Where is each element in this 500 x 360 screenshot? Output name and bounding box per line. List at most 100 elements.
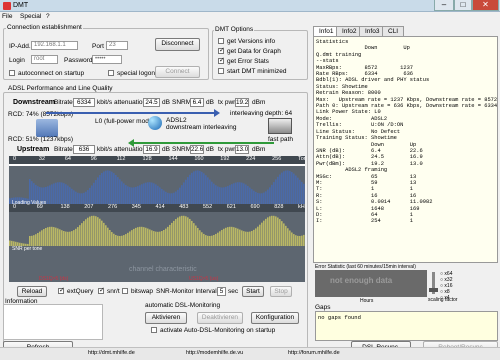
graph-bar — [109, 170, 111, 204]
interval-input[interactable]: 5 — [217, 287, 226, 296]
downstream-label: Downstream — [13, 99, 56, 106]
graph-bar — [39, 231, 41, 246]
graph-bar — [245, 184, 247, 204]
graph-bar — [287, 228, 289, 246]
extquery-checkbox[interactable] — [58, 286, 65, 294]
graph-bar — [83, 221, 85, 246]
graph-bar — [237, 182, 239, 204]
password-input[interactable]: ••••• — [92, 55, 122, 64]
interval-unit: sec — [228, 288, 239, 295]
menu-file[interactable]: File — [2, 13, 12, 20]
graph-bar — [195, 170, 197, 204]
down-snr-unit: dB — [206, 99, 214, 106]
up-att-label: attenuation — [114, 146, 147, 153]
graph-bar — [91, 185, 93, 204]
graph-bar — [239, 182, 241, 204]
downstream-arrow — [46, 109, 220, 117]
graph-bar — [75, 228, 77, 246]
reload-button[interactable]: Reload — [17, 286, 47, 297]
graph-bar — [267, 189, 269, 204]
graph-bar — [197, 170, 199, 204]
graph-bar — [179, 216, 181, 246]
graph-bar — [143, 183, 145, 204]
graph-bar — [209, 179, 211, 204]
close-button[interactable]: ✕ — [472, 0, 499, 11]
gaps-box: no gaps found — [315, 311, 498, 341]
ip-input[interactable]: 192.168.1.1 — [31, 41, 78, 50]
information-box — [3, 304, 103, 340]
connect-button[interactable]: Connect — [155, 66, 200, 78]
bitswap-checkbox[interactable] — [122, 288, 128, 294]
graph-bar — [281, 221, 283, 246]
auto-startup-checkbox[interactable] — [151, 327, 157, 333]
graph-bar — [99, 174, 101, 204]
graph-bar — [93, 215, 95, 246]
graph-bar — [189, 218, 191, 246]
graph-bar — [233, 183, 235, 204]
menu-help[interactable]: ? — [46, 13, 50, 20]
stop-button[interactable]: Stop — [270, 286, 292, 297]
axis-label: 276 — [108, 204, 118, 210]
option-graph-checkbox[interactable] — [218, 46, 225, 54]
port-input[interactable]: 23 — [106, 41, 128, 50]
status-link-dmt[interactable]: http://dmt.mhilfe.de — [88, 350, 135, 356]
option-versions-checkbox[interactable] — [218, 38, 224, 44]
configuration-button[interactable]: Konfiguration — [251, 312, 299, 324]
up-att-value: 16.9 — [143, 145, 160, 154]
special-logon-checkbox[interactable] — [108, 70, 114, 76]
maximize-button[interactable]: □ — [454, 0, 472, 11]
login-input[interactable]: root — [31, 55, 58, 64]
graph-bar — [53, 227, 55, 246]
up-rate-unit: kbit/s — [97, 146, 113, 153]
option-minimized-checkbox[interactable] — [218, 68, 224, 74]
graph-bar — [167, 226, 169, 246]
status-bar: http://dmt.mhilfe.de http://modemhilfe.d… — [0, 347, 500, 360]
graph-bar — [123, 183, 125, 204]
graph-bar — [73, 230, 75, 246]
graph-bar — [201, 171, 203, 204]
graph-bar — [69, 187, 71, 204]
interval-label: SNR-Monitor Interval — [156, 288, 217, 295]
activate-button[interactable]: Aktivieren — [145, 312, 187, 324]
autoconnect-checkbox[interactable] — [9, 70, 15, 76]
upstream-label: Upstream — [17, 146, 50, 153]
graph-bar — [295, 235, 297, 246]
graph-bar — [257, 226, 259, 246]
graph-bar — [293, 234, 295, 246]
graph-bar — [143, 227, 145, 246]
start-button[interactable]: Start — [242, 286, 264, 297]
scaling-slider-handle[interactable] — [429, 288, 438, 292]
graph-bar — [97, 217, 99, 246]
statistics-panel: Statistics Down Up Q.dmt training --stats M… — [313, 36, 498, 263]
graph-caption-snr: SNR per tone — [12, 246, 43, 252]
graph-bar — [133, 228, 135, 246]
graph-bar — [115, 175, 117, 204]
graph-bar — [255, 191, 257, 204]
menu-bar: File Special ? — [0, 12, 310, 22]
graph-bar — [261, 222, 263, 246]
graph-bar — [151, 230, 153, 246]
graph-bar — [263, 220, 265, 246]
up-txpwr-unit: dBm — [252, 146, 266, 153]
snr-checkbox[interactable] — [98, 286, 105, 294]
option-errors-checkbox[interactable] — [218, 56, 225, 64]
axis-label: 621 — [226, 204, 236, 210]
menu-special[interactable]: Special — [20, 13, 41, 20]
tab-cli[interactable]: CLI — [382, 26, 405, 36]
deactivate-button[interactable]: Deaktivieren — [197, 312, 243, 324]
minimize-button[interactable]: – — [434, 0, 454, 11]
graph-bar — [91, 215, 93, 246]
status-link-modemhilfe[interactable]: http://modemhilfe.de.vu — [186, 350, 243, 356]
graph-bar — [227, 227, 229, 246]
graph-bar — [63, 183, 65, 204]
down-bitrate-label: Bitrate — [54, 99, 73, 106]
graph-bar — [301, 181, 303, 204]
graph-bar — [285, 170, 287, 204]
graph-bar — [187, 177, 189, 204]
graph-bar — [177, 217, 179, 246]
disconnect-button[interactable]: Disconnect — [155, 38, 200, 51]
status-link-forum[interactable]: http://forum.mhilfe.de — [288, 350, 340, 356]
graph-bar — [265, 218, 267, 246]
graph-bar — [77, 192, 79, 204]
graph-bar — [185, 216, 187, 246]
